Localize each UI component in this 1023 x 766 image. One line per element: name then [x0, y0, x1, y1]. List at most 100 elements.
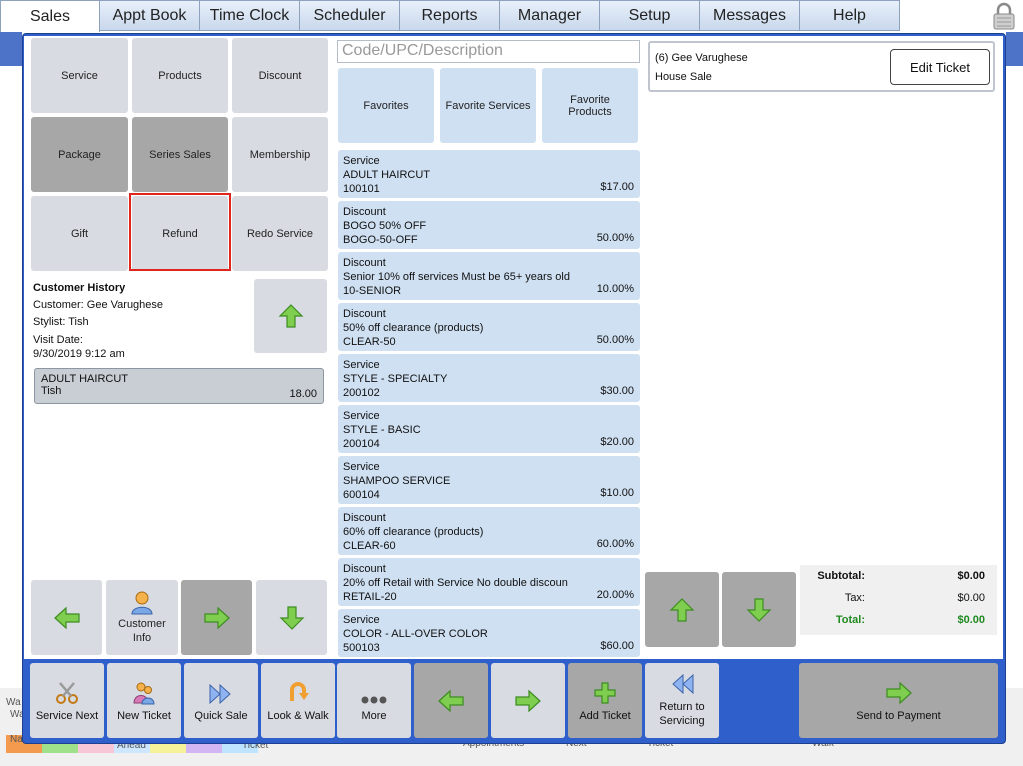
item-price: $17.00: [600, 181, 634, 193]
new-ticket-label: New Ticket: [117, 710, 171, 722]
quick-sale-button[interactable]: Quick Sale: [184, 663, 258, 738]
tab-manager[interactable]: Manager: [500, 0, 600, 31]
add-ticket-label: Add Ticket: [579, 710, 631, 722]
list-item[interactable]: Discount 60% off clearance (products) CL…: [338, 507, 640, 555]
total-value: $0.00: [957, 614, 985, 626]
tab-help[interactable]: Help: [800, 0, 900, 31]
tab-setup[interactable]: Setup: [600, 0, 700, 31]
series-sales-button[interactable]: Series Sales: [132, 117, 228, 192]
history-item-name: ADULT HAIRCUT: [41, 373, 128, 385]
bottom-left-arrow-button[interactable]: [414, 663, 488, 738]
item-code: CLEAR-50: [343, 336, 396, 348]
service-next-label: Service Next: [35, 710, 99, 722]
list-item[interactable]: Service SHAMPOO SERVICE 600104 $10.00: [338, 456, 640, 504]
background-text: Na: [10, 734, 23, 745]
favorite-products-button[interactable]: Favorite Products: [542, 68, 638, 143]
list-item[interactable]: Discount Senior 10% off services Must be…: [338, 252, 640, 300]
totals-panel: Subtotal: $0.00 Tax: $0.00 Total: $0.00: [800, 565, 997, 635]
down-arrow-button[interactable]: [256, 580, 327, 655]
tab-scheduler[interactable]: Scheduler: [300, 0, 400, 31]
list-item[interactable]: Discount BOGO 50% OFF BOGO-50-OFF 50.00%: [338, 201, 640, 249]
item-code: 200102: [343, 387, 380, 399]
arrow-down-icon: [746, 597, 772, 622]
item-name: BOGO 50% OFF: [343, 220, 427, 232]
history-title: Customer History: [33, 282, 126, 294]
history-item[interactable]: ADULT HAIRCUT Tish 18.00: [34, 368, 324, 404]
more-button[interactable]: More: [337, 663, 411, 738]
item-name: SHAMPOO SERVICE: [343, 475, 451, 487]
list-item[interactable]: Discount 50% off clearance (products) CL…: [338, 303, 640, 351]
tab-sales[interactable]: Sales: [0, 0, 100, 32]
list-item[interactable]: Service STYLE - BASIC 200104 $20.00: [338, 405, 640, 453]
favorite-services-button[interactable]: Favorite Services: [440, 68, 536, 143]
right-arrow-button[interactable]: [181, 580, 252, 655]
ticket-scroll-up-button[interactable]: [645, 572, 719, 647]
tab-reports[interactable]: Reports: [400, 0, 500, 31]
item-code: RETAIL-20: [343, 591, 397, 603]
item-name: 20% off Retail with Service No double di…: [343, 577, 568, 589]
item-code: 100101: [343, 183, 380, 195]
history-customer: Customer: Gee Varughese: [33, 299, 164, 311]
tax-value: $0.00: [957, 592, 985, 604]
item-name: STYLE - SPECIALTY: [343, 373, 448, 385]
arrow-left-icon: [438, 689, 464, 712]
look-walk-button[interactable]: Look & Walk: [261, 663, 335, 738]
item-price: 50.00%: [596, 334, 634, 346]
person-icon: [131, 591, 153, 614]
item-code: CLEAR-60: [343, 540, 396, 552]
more-label: More: [361, 710, 387, 722]
history-visit-label: Visit Date:: [33, 334, 83, 346]
list-item[interactable]: Service STYLE - SPECIALTY 200102 $30.00: [338, 354, 640, 402]
item-code: 10-SENIOR: [343, 285, 402, 297]
item-type: Service: [343, 461, 380, 473]
item-code: 600104: [343, 489, 380, 501]
products-button[interactable]: Products: [132, 38, 228, 113]
customer-history: Customer History Customer: Gee Varughese…: [33, 280, 248, 361]
package-button[interactable]: Package: [31, 117, 128, 192]
bottom-right-arrow-button[interactable]: [491, 663, 565, 738]
subtotal-label: Subtotal:: [817, 570, 865, 582]
u-turn-icon: [290, 682, 309, 701]
item-name: STYLE - BASIC: [343, 424, 421, 436]
favorites-button[interactable]: Favorites: [338, 68, 434, 143]
item-type: Discount: [343, 563, 386, 575]
item-price: $20.00: [600, 436, 634, 448]
subtotal-value: $0.00: [957, 570, 985, 582]
return-to-servicing-button[interactable]: Return to Servicing: [645, 663, 719, 738]
service-next-button[interactable]: Service Next: [30, 663, 104, 738]
search-input[interactable]: Code/UPC/Description: [337, 40, 640, 63]
background-bar: [1006, 32, 1023, 66]
lock-icon[interactable]: [991, 2, 1017, 30]
customer-info-button[interactable]: Customer Info: [106, 580, 178, 655]
arrow-up-icon: [669, 597, 695, 622]
add-ticket-button[interactable]: Add Ticket: [568, 663, 642, 738]
list-item[interactable]: Discount 20% off Retail with Service No …: [338, 558, 640, 606]
left-arrow-button[interactable]: [31, 580, 102, 655]
plus-icon: [594, 682, 616, 704]
membership-button[interactable]: Membership: [232, 117, 328, 192]
item-price: $60.00: [600, 640, 634, 652]
total-row: Total: $0.00: [800, 614, 997, 632]
send-to-payment-button[interactable]: Send to Payment: [799, 663, 998, 738]
edit-ticket-button[interactable]: Edit Ticket: [890, 49, 990, 85]
discount-button[interactable]: Discount: [232, 38, 328, 113]
gift-button[interactable]: Gift: [31, 196, 128, 271]
list-item[interactable]: Service ADULT HAIRCUT 100101 $17.00: [338, 150, 640, 198]
tab-time-clock[interactable]: Time Clock: [200, 0, 300, 31]
tax-label: Tax:: [844, 592, 865, 604]
item-name: Senior 10% off services Must be 65+ year…: [343, 271, 570, 283]
new-ticket-button[interactable]: New Ticket: [107, 663, 181, 738]
tab-appt-book[interactable]: Appt Book: [100, 0, 200, 31]
ticket-scroll-down-button[interactable]: [722, 572, 796, 647]
refund-highlight: [129, 193, 231, 271]
item-type: Discount: [343, 308, 386, 320]
item-type: Discount: [343, 206, 386, 218]
arrow-left-icon: [53, 606, 80, 629]
item-name: 50% off clearance (products): [343, 322, 484, 334]
service-button[interactable]: Service: [31, 38, 128, 113]
quick-sale-label: Quick Sale: [194, 710, 248, 722]
tab-messages[interactable]: Messages: [700, 0, 800, 31]
list-item[interactable]: Service COLOR - ALL-OVER COLOR 500103 $6…: [338, 609, 640, 657]
history-scroll-up-button[interactable]: [254, 279, 327, 353]
redo-service-button[interactable]: Redo Service: [232, 196, 328, 271]
